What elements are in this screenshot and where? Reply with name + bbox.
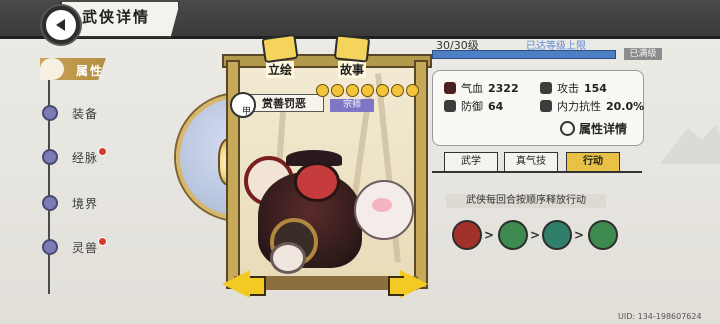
rank-badge: 宗师	[330, 99, 374, 112]
star-icon	[331, 84, 344, 97]
sequence-arrow-icon: >	[530, 228, 541, 242]
tab-story[interactable]: 故事	[330, 34, 374, 78]
tab-qi-skill[interactable]: 真气技	[504, 152, 558, 172]
max-level-badge: 已满级	[624, 48, 662, 60]
tab-underline	[432, 171, 642, 173]
sidebar-item-label: 装备	[72, 106, 99, 121]
tab-portrait[interactable]: 立绘	[258, 33, 302, 78]
previous-character-arrow-icon[interactable]	[222, 270, 250, 298]
sequence-arrow-icon: >	[484, 228, 495, 242]
sidebar-dot-icon	[42, 149, 58, 165]
detail-button-label: 属性详情	[579, 122, 628, 136]
notification-badge	[98, 147, 107, 156]
stat-label: 内力抗性	[557, 100, 601, 113]
back-button[interactable]	[42, 6, 80, 44]
page-title: 武侠详情	[82, 8, 151, 26]
sequence-arrow-icon: >	[574, 228, 585, 242]
back-arrow-icon	[55, 19, 65, 31]
stat-label: 攻击	[557, 82, 579, 95]
stat-label: 气血	[461, 82, 483, 95]
star-icon	[316, 84, 329, 97]
sidebar-item-meridian[interactable]: 经脉	[38, 146, 98, 168]
resist-icon	[540, 100, 552, 112]
star-icon	[376, 84, 389, 97]
sidebar-item-label: 灵兽	[72, 240, 99, 255]
buff-icon	[542, 220, 572, 250]
mountain-decoration	[660, 124, 720, 164]
action-caption: 武侠每回合按顺序释放行动	[446, 194, 606, 208]
blood-icon	[444, 82, 456, 94]
tab-action[interactable]: 行动	[566, 152, 620, 172]
tier-tag: 甲	[242, 107, 252, 117]
sidebar-item-label: 属性	[76, 64, 105, 78]
tab-label: 立绘	[265, 61, 294, 78]
previous-arrow-tail[interactable]	[250, 276, 266, 296]
sidebar-dot-icon	[42, 239, 58, 255]
user-id: UID: 134-198607624	[618, 312, 702, 321]
companion-cat-face	[372, 198, 392, 212]
tab-martial-arts[interactable]: 武学	[444, 152, 498, 172]
star-icon	[346, 84, 359, 97]
star-icon	[361, 84, 374, 97]
magnifier-icon	[560, 121, 575, 136]
sidebar-track	[48, 64, 50, 294]
character-name: 赏善罚恶	[262, 97, 306, 110]
screen-frame-top	[222, 54, 432, 68]
sidebar-item-realm[interactable]: 境界	[38, 192, 98, 214]
defense-icon	[444, 100, 456, 112]
sidebar-item-spirit-beast[interactable]: 灵兽	[38, 236, 98, 258]
character-face	[294, 162, 340, 202]
book-icon	[333, 34, 371, 63]
stat-value: 154	[584, 81, 607, 95]
sidebar-item-label: 境界	[72, 196, 99, 211]
attribute-detail-button[interactable]: 属性详情	[560, 120, 627, 137]
star-rating	[316, 84, 419, 97]
tab-label: 故事	[337, 61, 366, 78]
sidebar-item-equipment[interactable]: 装备	[38, 102, 98, 124]
sidebar-dot-icon	[42, 105, 58, 121]
stat-value: 2322	[488, 81, 519, 95]
stat-label: 防御	[461, 100, 483, 113]
attributes-icon	[40, 58, 64, 80]
star-icon	[406, 84, 419, 97]
heal-icon	[588, 220, 618, 250]
stat-defense: 防御 64	[444, 98, 503, 114]
stat-value: 64	[488, 99, 504, 113]
stat-hp: 气血 2322	[444, 80, 519, 96]
next-character-arrow-icon[interactable]	[400, 270, 428, 298]
stat-resist: 内力抗性 20.0%	[540, 98, 644, 114]
stat-attack: 攻击 154	[540, 80, 607, 96]
next-arrow-tail[interactable]	[388, 276, 404, 296]
level-progress-bar	[432, 50, 616, 59]
sidebar-dot-icon	[42, 195, 58, 211]
attack-icon	[452, 220, 482, 250]
scroll-icon	[261, 33, 299, 64]
star-icon	[391, 84, 404, 97]
stat-value: 20.0%	[606, 99, 645, 113]
sidebar-item-label: 经脉	[72, 150, 99, 165]
hand-drum-prop	[270, 242, 306, 274]
heal-icon	[498, 220, 528, 250]
attack-icon	[540, 82, 552, 94]
notification-badge	[98, 237, 107, 246]
